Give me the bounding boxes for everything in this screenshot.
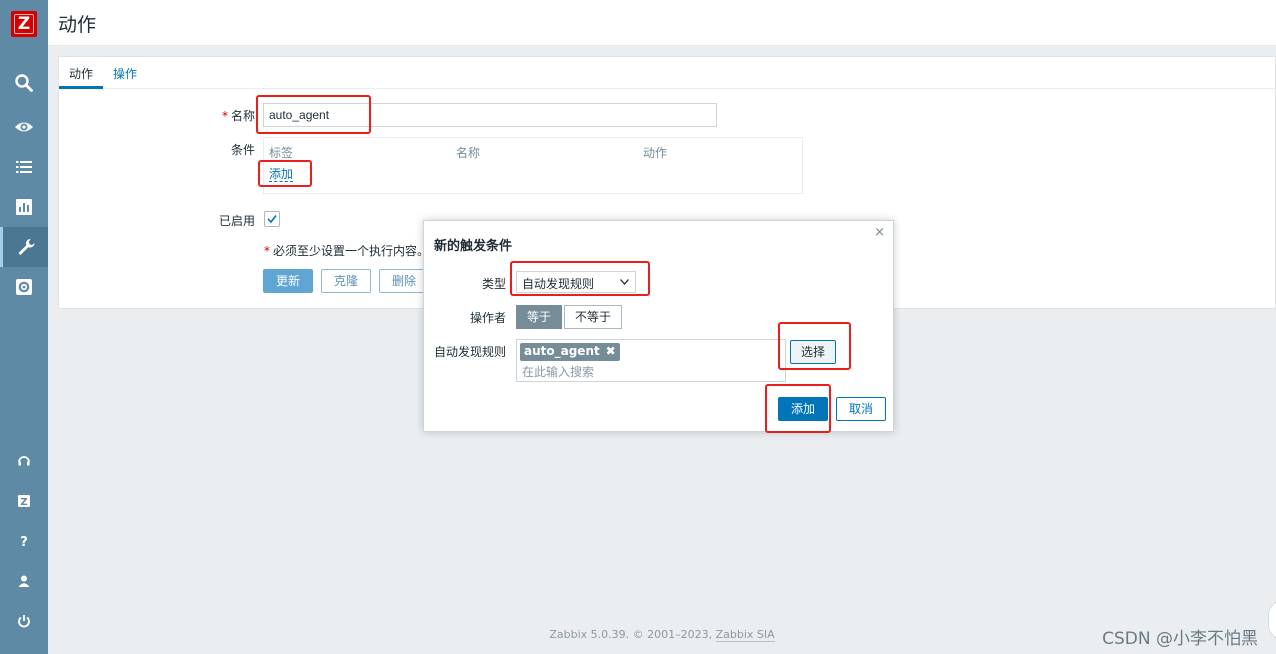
tab-active-indicator [59, 86, 103, 89]
watermark: CSDN @小李不怕黑 [1102, 629, 1258, 649]
close-icon[interactable]: × [874, 225, 885, 240]
type-select[interactable]: 自动发现规则 [516, 271, 636, 293]
zabbix-logo[interactable]: Z [11, 11, 37, 37]
remove-chip-icon[interactable]: ✖ [606, 343, 616, 359]
user-icon[interactable] [0, 561, 48, 601]
eye-icon[interactable] [0, 107, 48, 147]
type-label: 类型 [481, 277, 506, 291]
conditions-header-name: 名称 [456, 146, 481, 160]
name-input[interactable] [263, 103, 717, 127]
select-button[interactable]: 选择 [790, 340, 837, 364]
page-header: 动作 [48, 0, 1276, 46]
conditions-header-label: 标签 [269, 146, 294, 160]
list-icon[interactable] [0, 147, 48, 187]
footer: Zabbix 5.0.39. © 2001–2023, Zabbix SIA [549, 628, 775, 642]
operator-label: 操作者 [469, 311, 506, 325]
zabbix-share-icon[interactable]: Z [0, 481, 48, 521]
power-icon[interactable] [0, 601, 48, 641]
new-condition-dialog: 新的触发条件 × 类型 自动发现规则 操作者 等于 不等于 自动发现规则 aut… [423, 220, 894, 432]
search-placeholder[interactable]: 在此输入搜索 [522, 363, 594, 380]
clone-button[interactable]: 克隆 [321, 269, 372, 293]
page-title: 动作 [58, 14, 97, 36]
selected-rule-chip: auto_agent ✖ [520, 343, 620, 361]
dialog-title: 新的触发条件 [434, 239, 513, 254]
search-icon[interactable] [0, 63, 48, 103]
headset-icon[interactable] [0, 441, 48, 481]
chart-icon[interactable] [0, 187, 48, 227]
name-label: * 名称 [221, 109, 255, 123]
enabled-checkbox[interactable] [264, 211, 280, 227]
delete-button[interactable]: 删除 [379, 269, 430, 293]
discovery-rule-multiselect[interactable]: auto_agent ✖ 在此输入搜索 [516, 339, 786, 382]
svg-text:?: ? [20, 535, 28, 548]
tab-bar: 动作 操作 [59, 57, 1275, 89]
sidebar: Z Z ? [0, 0, 48, 654]
operator-equals[interactable]: 等于 [516, 305, 563, 329]
gear-icon[interactable] [0, 267, 48, 307]
tab-action[interactable]: 动作 [69, 65, 93, 82]
check-icon [267, 215, 277, 224]
add-button[interactable]: 添加 [778, 397, 829, 421]
wrench-icon[interactable] [0, 227, 48, 267]
tab-operations[interactable]: 操作 [113, 65, 137, 82]
conditions-header-action: 动作 [643, 146, 668, 160]
help-icon[interactable]: ? [0, 521, 48, 561]
enabled-label: 已启用 [218, 214, 255, 228]
discovery-rule-label: 自动发现规则 [433, 345, 506, 359]
chevron-down-icon [620, 279, 629, 285]
update-button[interactable]: 更新 [263, 269, 314, 293]
cancel-button[interactable]: 取消 [836, 397, 887, 421]
add-condition-link[interactable]: 添加 [269, 167, 294, 182]
operation-required-note: * 必须至少设置一个执行内容。 [264, 244, 430, 258]
zabbix-sia-link[interactable]: Zabbix SIA [715, 628, 775, 642]
operator-not-equals[interactable]: 不等于 [564, 305, 623, 329]
conditions-table: 标签 名称 动作 添加 [263, 137, 803, 194]
svg-text:Z: Z [20, 497, 27, 508]
conditions-label: 条件 [230, 143, 255, 157]
